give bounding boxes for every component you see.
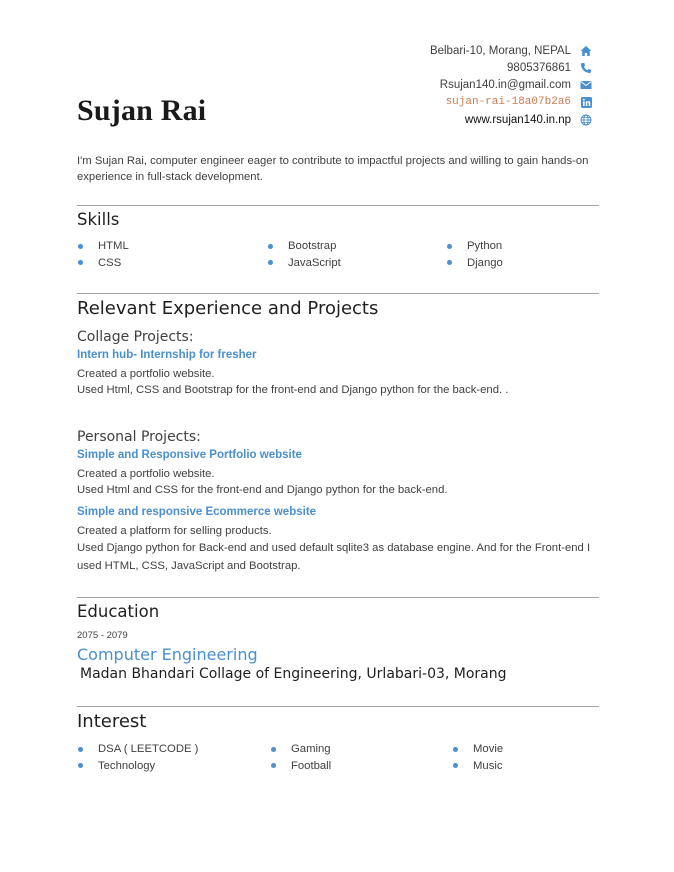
skills-heading: Skills	[77, 210, 120, 229]
skills-column-1: HTML CSS	[78, 238, 129, 271]
interest-label: Movie	[473, 743, 504, 756]
interest-heading: Interest	[77, 711, 147, 732]
contact-phone: 9805376861	[507, 62, 592, 74]
mail-icon	[580, 79, 592, 91]
project-description: Used Html, CSS and Bootstrap for the fro…	[77, 384, 509, 396]
contact-address: Belbari-10, Morang, NEPAL	[430, 45, 592, 57]
linkedin-link[interactable]: sujan-rai-18a07b2a6	[446, 96, 571, 108]
skills-column-2: Bootstrap JavaScript	[268, 238, 341, 271]
interest-item: Technology	[78, 758, 198, 775]
skill-label: CSS	[98, 256, 122, 269]
bullet-icon	[447, 243, 452, 249]
project-description: Used Html and CSS for the front-end and …	[77, 484, 448, 496]
experience-heading: Relevant Experience and Projects	[77, 298, 379, 319]
interest-label: Music	[473, 759, 503, 772]
bullet-icon	[268, 243, 273, 249]
bullet-icon	[268, 260, 273, 266]
bullet-icon	[78, 260, 83, 266]
interest-column-2: Gaming Football	[271, 741, 331, 774]
skill-item: JavaScript	[268, 255, 341, 272]
skill-label: Django	[467, 256, 503, 269]
interest-item: Music	[453, 758, 503, 775]
resume-name: Sujan Rai	[77, 94, 207, 127]
project-title: Simple and responsive Ecommerce website	[77, 506, 317, 518]
bullet-icon	[78, 746, 83, 752]
bullet-icon	[453, 746, 458, 752]
project-title: Simple and Responsive Portfolio website	[77, 449, 302, 461]
bullet-icon	[78, 243, 83, 249]
skill-label: Bootstrap	[288, 240, 337, 253]
project-description: Used Django python for Back-end and used…	[77, 542, 591, 572]
skill-item: HTML	[78, 238, 129, 255]
linkedin-icon	[580, 96, 592, 108]
interest-label: DSA ( LEETCODE )	[98, 743, 199, 756]
skill-label: Python	[467, 240, 503, 253]
skill-item: Bootstrap	[268, 238, 341, 255]
interest-column-1: DSA ( LEETCODE ) Technology	[78, 741, 198, 774]
phone-text: 9805376861	[507, 62, 571, 74]
skills-column-3: Python Django	[447, 238, 503, 271]
project-title: Intern hub- Internship for fresher	[77, 349, 257, 361]
email-link[interactable]: Rsujan140.in@gmail.com	[440, 79, 571, 91]
skill-label: HTML	[98, 240, 129, 253]
section-divider	[77, 205, 599, 206]
contact-website: www.rsujan140.in.np	[465, 114, 592, 126]
interest-item: DSA ( LEETCODE )	[78, 741, 198, 758]
phone-icon	[580, 62, 592, 74]
education-degree: Computer Engineering	[77, 645, 258, 664]
section-divider	[77, 706, 599, 707]
bullet-icon	[78, 763, 83, 769]
interest-item: Football	[271, 758, 331, 775]
project-description: Created a platform for selling products.	[77, 525, 272, 537]
collage-projects-heading: Collage Projects:	[77, 329, 194, 345]
contact-linkedin: sujan-rai-18a07b2a6	[446, 96, 592, 108]
globe-icon	[580, 114, 592, 126]
interest-item: Gaming	[271, 741, 331, 758]
home-icon	[580, 45, 592, 57]
skill-label: JavaScript	[288, 256, 341, 269]
summary-text: I'm Sujan Rai, computer engineer eager t…	[77, 155, 589, 183]
education-years: 2075 - 2079	[77, 630, 128, 641]
interest-column-3: Movie Music	[453, 741, 503, 774]
address-text: Belbari-10, Morang, NEPAL	[429, 45, 571, 57]
section-divider	[77, 597, 599, 598]
bullet-icon	[271, 746, 276, 752]
interest-item: Movie	[453, 741, 503, 758]
interest-label: Football	[291, 759, 332, 772]
education-heading: Education	[77, 602, 160, 621]
bullet-icon	[271, 763, 276, 769]
bullet-icon	[447, 260, 452, 266]
education-school: Madan Bhandari Collage of Engineering, U…	[80, 666, 507, 682]
skill-item: CSS	[78, 255, 129, 272]
skill-item: Python	[447, 238, 503, 255]
skill-item: Django	[447, 255, 503, 272]
bullet-icon	[453, 763, 458, 769]
personal-projects-heading: Personal Projects:	[77, 429, 201, 445]
project-description: Created a portfolio website.	[77, 368, 215, 380]
project-description: Created a portfolio website.	[77, 468, 215, 480]
interest-label: Technology	[98, 759, 156, 772]
contact-email: Rsujan140.in@gmail.com	[440, 79, 592, 91]
section-divider	[77, 293, 599, 294]
interest-label: Gaming	[291, 743, 331, 756]
website-link[interactable]: www.rsujan140.in.np	[465, 114, 571, 126]
